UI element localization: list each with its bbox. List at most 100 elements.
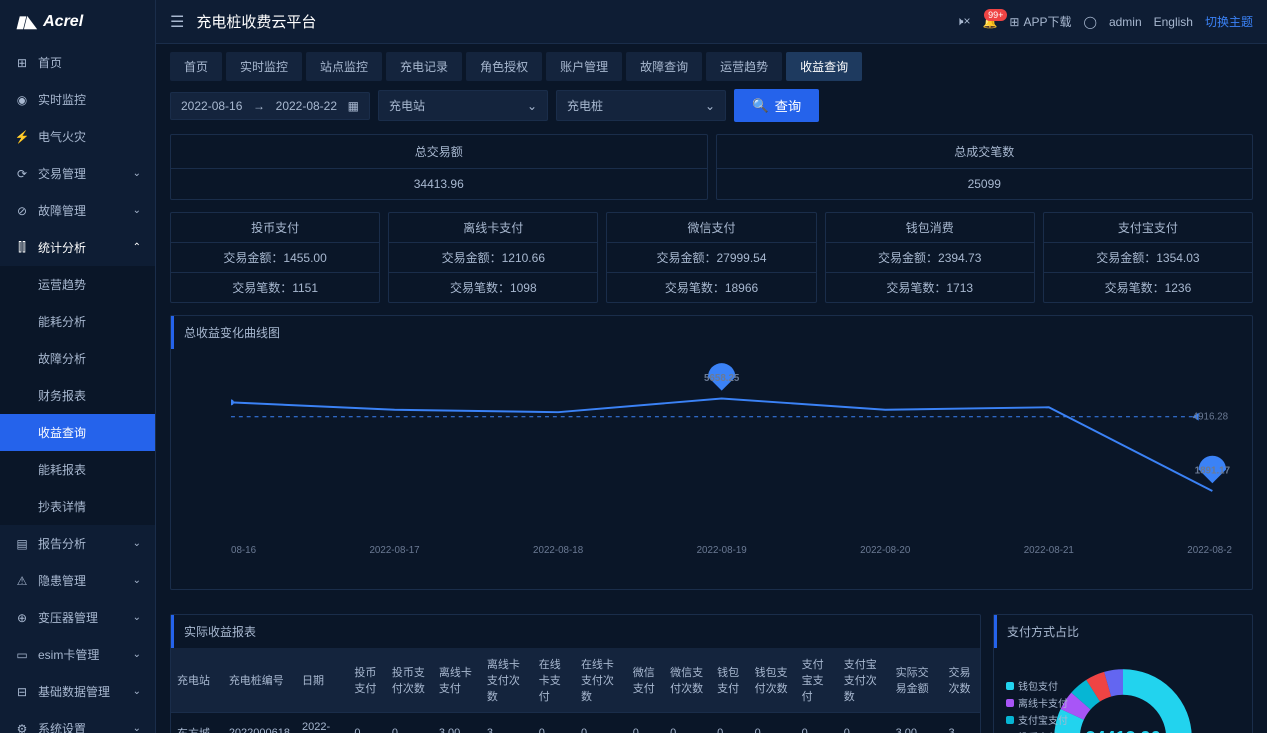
table-title: 实际收益报表 bbox=[171, 615, 980, 648]
sidebar: ▮◣ Acrel ⊞ 首页 ◉ 实时监控 ⚡ 电气火灾 ⟳ 交易管理 ⌄⊘ 故障… bbox=[0, 0, 156, 733]
submenu-item[interactable]: 抄表详情 bbox=[0, 488, 155, 525]
brand-name: Acrel bbox=[43, 13, 83, 31]
table-cell: 0 bbox=[348, 713, 385, 733]
table-cell: 0 bbox=[664, 713, 711, 733]
table-cell: 0 bbox=[627, 713, 664, 733]
bell-icon[interactable]: 🔔99+ bbox=[982, 15, 997, 29]
legend-label: 投币支付 bbox=[1018, 729, 1058, 733]
sidebar-item[interactable]: ⚠ 隐患管理 ⌄ bbox=[0, 562, 155, 599]
sidebar-item[interactable]: ⊘ 故障管理 ⌄ bbox=[0, 192, 155, 229]
tab[interactable]: 站点监控 bbox=[306, 52, 382, 81]
submenu-item[interactable]: 收益查询 bbox=[0, 414, 155, 451]
station-select[interactable]: 充电站 ⌄ bbox=[378, 90, 548, 121]
menu-icon: ⊘ bbox=[14, 204, 30, 218]
chart-area: 01,0002,0003,0004,0005,0006,0006,789.920… bbox=[171, 349, 1252, 589]
submenu-item[interactable]: 财务报表 bbox=[0, 377, 155, 414]
menu-icon: ⊕ bbox=[14, 611, 30, 625]
table-cell: 0 bbox=[533, 713, 575, 733]
submenu-item[interactable]: 故障分析 bbox=[0, 340, 155, 377]
table-header: 微信支付 bbox=[627, 648, 664, 713]
user-name[interactable]: admin bbox=[1109, 15, 1142, 29]
tab[interactable]: 故障查询 bbox=[626, 52, 702, 81]
mute-icon[interactable]: 🕨× bbox=[956, 14, 971, 29]
tab[interactable]: 角色授权 bbox=[466, 52, 542, 81]
sidebar-item[interactable]: ▭ esim卡管理 ⌄ bbox=[0, 636, 155, 673]
menu-label: 实时监控 bbox=[38, 91, 141, 108]
notification-badge: 99+ bbox=[984, 9, 1007, 21]
sidebar-item[interactable]: ⚙ 系统设置 ⌄ bbox=[0, 710, 155, 733]
sidebar-item[interactable]: ⫿⫿ 统计分析 ⌃ bbox=[0, 229, 155, 266]
tab[interactable]: 实时监控 bbox=[226, 52, 302, 81]
summary-value: 34413.96 bbox=[171, 169, 707, 199]
table-cell: 3 bbox=[481, 713, 533, 733]
bottom-row: 实际收益报表 充电站充电桩编号日期投币支付投币支付次数离线卡支付离线卡支付次数在… bbox=[170, 602, 1253, 733]
theme-switch[interactable]: 切换主题 bbox=[1205, 13, 1253, 30]
svg-text:2022-08-16: 2022-08-16 bbox=[231, 545, 257, 556]
paytype-title: 微信支付 bbox=[607, 213, 815, 243]
table-header: 离线卡支付次数 bbox=[481, 648, 533, 713]
chevron-icon: ⌄ bbox=[133, 612, 141, 623]
table-cell: 0 bbox=[575, 713, 627, 733]
legend-item: 钱包支付 bbox=[1006, 678, 1068, 693]
table-cell: 0 bbox=[796, 713, 838, 733]
submenu-item[interactable]: 运营趋势 bbox=[0, 266, 155, 303]
user-icon[interactable]: ◯ bbox=[1084, 15, 1097, 29]
chart-title: 总收益变化曲线图 bbox=[171, 316, 1252, 349]
tab[interactable]: 首页 bbox=[170, 52, 222, 81]
table-header: 钱包支付 bbox=[711, 648, 748, 713]
paytype-title: 钱包消费 bbox=[826, 213, 1034, 243]
tab[interactable]: 充电记录 bbox=[386, 52, 462, 81]
sidebar-item[interactable]: ▤ 报告分析 ⌄ bbox=[0, 525, 155, 562]
tab[interactable]: 收益查询 bbox=[786, 52, 862, 81]
paytype-card: 支付宝支付 交易金额：1354.03 交易笔数：1236 bbox=[1043, 212, 1253, 303]
svg-text:2022-08-17: 2022-08-17 bbox=[369, 545, 419, 556]
pile-select-label: 充电桩 bbox=[567, 97, 603, 114]
menu-label: 变压器管理 bbox=[38, 609, 125, 626]
table-cell: 3 bbox=[942, 713, 980, 733]
pile-select[interactable]: 充电桩 ⌄ bbox=[556, 90, 726, 121]
table-panel: 实际收益报表 充电站充电桩编号日期投币支付投币支付次数离线卡支付离线卡支付次数在… bbox=[170, 614, 981, 733]
chevron-icon: ⌄ bbox=[133, 168, 141, 179]
table-cell: 0 bbox=[749, 713, 796, 733]
paytype-card: 微信支付 交易金额：27999.54 交易笔数：18966 bbox=[606, 212, 816, 303]
page-title: 充电桩收费云平台 bbox=[196, 11, 316, 32]
submenu-item[interactable]: 能耗分析 bbox=[0, 303, 155, 340]
tab[interactable]: 账户管理 bbox=[546, 52, 622, 81]
donut-panel: 支付方式占比 钱包支付离线卡支付支付宝支付投币支付在线卡… 34413.96 bbox=[993, 614, 1253, 733]
legend-item: 支付宝支付 bbox=[1006, 712, 1068, 727]
summary-title: 总交易额 bbox=[171, 135, 707, 169]
table-cell: 0 bbox=[711, 713, 748, 733]
chevron-icon: ⌃ bbox=[133, 242, 141, 253]
paytype-row: 投币支付 交易金额：1455.00 交易笔数：1151离线卡支付 交易金额：12… bbox=[170, 212, 1253, 303]
income-table: 充电站充电桩编号日期投币支付投币支付次数离线卡支付离线卡支付次数在线卡支付在线卡… bbox=[171, 648, 980, 733]
table-header: 支付宝支付次数 bbox=[838, 648, 890, 713]
table-cell: 3.00 bbox=[433, 713, 481, 733]
paytype-amount: 交易金额：1210.66 bbox=[389, 243, 597, 273]
lang-switch[interactable]: English bbox=[1154, 15, 1193, 29]
calendar-icon: ▦ bbox=[348, 99, 359, 113]
table-cell: 0 bbox=[386, 713, 433, 733]
download-link[interactable]: ⊞ APP下载 bbox=[1009, 13, 1071, 30]
menu-icon: ◉ bbox=[14, 93, 30, 107]
summary-card: 总成交笔数 25099 bbox=[716, 134, 1254, 200]
menu-toggle-icon[interactable]: ☰ bbox=[170, 12, 184, 32]
sidebar-menu: ⊞ 首页 ◉ 实时监控 ⚡ 电气火灾 ⟳ 交易管理 ⌄⊘ 故障管理 ⌄⫿⫿ 统计… bbox=[0, 44, 155, 733]
search-button[interactable]: 🔍 查询 bbox=[734, 89, 819, 122]
sidebar-item[interactable]: ⊞ 首页 bbox=[0, 44, 155, 81]
sidebar-item[interactable]: ⚡ 电气火灾 bbox=[0, 118, 155, 155]
sidebar-item[interactable]: ⟳ 交易管理 ⌄ bbox=[0, 155, 155, 192]
date-end: 2022-08-22 bbox=[276, 99, 337, 113]
menu-icon: ⚙ bbox=[14, 722, 30, 733]
submenu-item[interactable]: 能耗报表 bbox=[0, 451, 155, 488]
table-header: 充电桩编号 bbox=[223, 648, 296, 713]
date-range-input[interactable]: 2022-08-16 → 2022-08-22 ▦ bbox=[170, 92, 370, 120]
sidebar-item[interactable]: ⊕ 变压器管理 ⌄ bbox=[0, 599, 155, 636]
legend-dot bbox=[1006, 699, 1014, 707]
legend-dot bbox=[1006, 682, 1014, 690]
chevron-icon: ⌄ bbox=[133, 205, 141, 216]
sidebar-item[interactable]: ◉ 实时监控 bbox=[0, 81, 155, 118]
tab[interactable]: 运营趋势 bbox=[706, 52, 782, 81]
search-btn-label: 查询 bbox=[775, 96, 802, 115]
menu-icon: ▭ bbox=[14, 648, 30, 662]
sidebar-item[interactable]: ⊟ 基础数据管理 ⌄ bbox=[0, 673, 155, 710]
